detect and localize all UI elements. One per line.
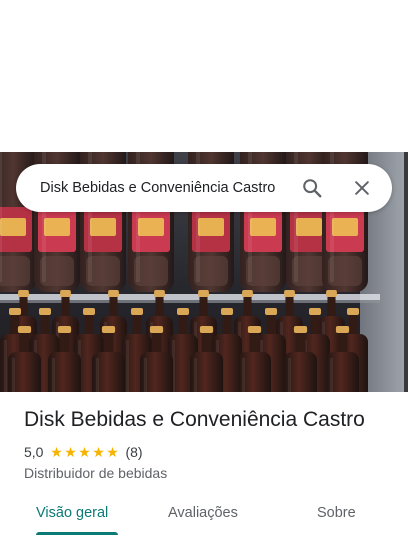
- star-icon: ★: [64, 444, 77, 460]
- star-icon: ★: [50, 444, 63, 460]
- search-input[interactable]: Disk Bebidas e Conveniência Castro: [40, 180, 296, 196]
- tab-overview[interactable]: Visão geral: [36, 505, 108, 521]
- search-bar[interactable]: Disk Bebidas e Conveniência Castro: [16, 164, 392, 212]
- star-icon: ★: [106, 444, 119, 460]
- rating-stars: ★ ★ ★ ★ ★: [49, 445, 119, 459]
- search-icon[interactable]: [296, 172, 328, 204]
- place-category[interactable]: Distribuidor de bebidas: [24, 465, 167, 481]
- place-tabs: Visão geral Avaliações Sobre: [0, 490, 408, 544]
- review-count[interactable]: (8): [125, 444, 142, 460]
- star-icon: ★: [92, 444, 105, 460]
- star-icon: ★: [78, 444, 91, 460]
- close-icon[interactable]: [346, 172, 378, 204]
- active-tab-indicator: [36, 532, 118, 535]
- place-page: Disk Bebidas e Conveniência Castro Disk …: [0, 0, 408, 544]
- tab-about[interactable]: Sobre: [317, 505, 356, 521]
- photo-edge: [404, 152, 408, 392]
- place-title: Disk Bebidas e Conveniência Castro: [24, 408, 365, 431]
- tab-reviews[interactable]: Avaliações: [168, 505, 238, 521]
- rating-value: 5,0: [24, 444, 44, 460]
- rating-row[interactable]: 5,0 ★ ★ ★ ★ ★ (8): [24, 444, 143, 460]
